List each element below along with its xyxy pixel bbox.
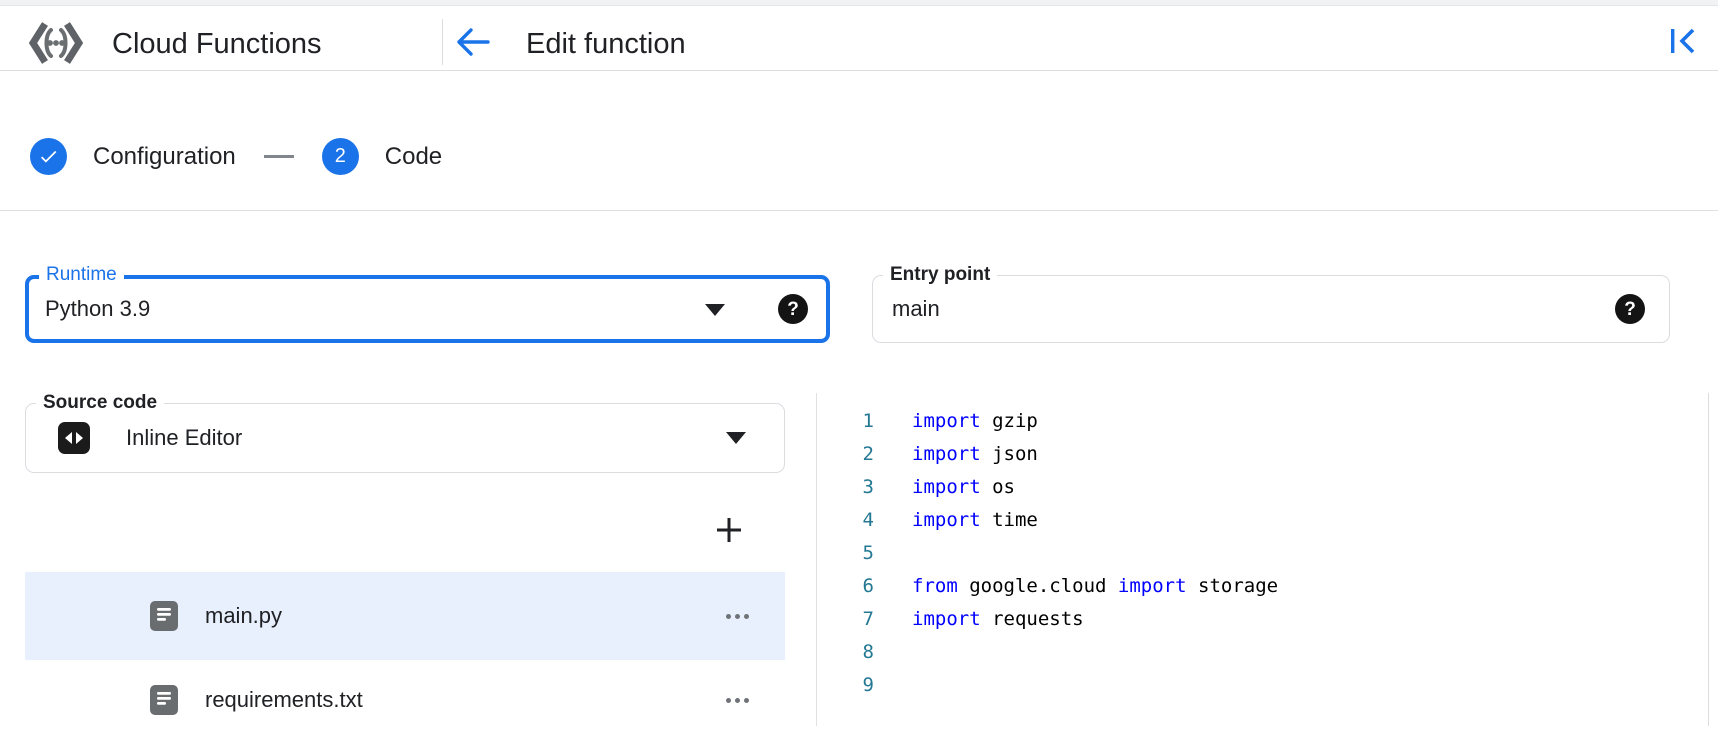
code-line: 8 <box>817 635 1707 668</box>
collapse-panel-icon <box>1669 43 1697 58</box>
code-line: 1 import gzip <box>817 404 1707 437</box>
line-number: 1 <box>817 410 874 432</box>
back-button[interactable] <box>454 27 492 59</box>
document-icon <box>150 685 178 715</box>
file-name: main.py <box>205 603 282 629</box>
step-code[interactable]: 2 Code <box>322 138 442 175</box>
collapse-panel-button[interactable] <box>1668 27 1698 57</box>
code-text: import gzip <box>912 410 1038 432</box>
code-line: 7 import requests <box>817 602 1707 635</box>
header-divider <box>442 19 443 65</box>
code-text: import os <box>912 476 1015 498</box>
add-file-button[interactable] <box>714 516 744 546</box>
code-text: import requests <box>912 608 1084 630</box>
source-code-value: Inline Editor <box>126 404 242 472</box>
back-arrow-icon <box>455 45 491 60</box>
line-number: 7 <box>817 608 874 630</box>
file-menu-button[interactable] <box>723 690 751 710</box>
code-line: 5 <box>817 536 1707 569</box>
step-code-label: Code <box>385 143 442 171</box>
entry-point-input[interactable]: Entry point main ? <box>872 275 1670 343</box>
entry-point-help-button[interactable]: ? <box>1615 294 1645 324</box>
step-code-number: 2 <box>322 138 359 175</box>
runtime-value: Python 3.9 <box>45 279 150 339</box>
line-number: 9 <box>817 674 874 696</box>
line-number: 3 <box>817 476 874 498</box>
line-number: 8 <box>817 641 874 663</box>
runtime-select[interactable]: Runtime Python 3.9 ? <box>25 275 830 343</box>
app-header: Cloud Functions Edit function <box>0 6 1718 71</box>
plus-icon <box>715 532 743 547</box>
ellipsis-icon <box>726 614 731 619</box>
file-row-main-py[interactable]: main.py <box>25 572 785 660</box>
wizard-stepper: Configuration 2 Code <box>30 138 442 175</box>
inline-editor-code-icon <box>58 422 90 454</box>
code-line: 6 from google.cloud import storage <box>817 569 1707 602</box>
caret-down-icon <box>705 304 725 316</box>
code-text: from google.cloud import storage <box>912 575 1278 597</box>
editor-right-border <box>1708 393 1709 726</box>
code-text: import json <box>912 443 1038 465</box>
question-mark-icon: ? <box>1624 300 1636 319</box>
entry-point-value: main <box>892 276 940 342</box>
code-text: import time <box>912 509 1038 531</box>
line-number: 5 <box>817 542 874 564</box>
step-configuration-label: Configuration <box>93 143 236 171</box>
code-editor[interactable]: 1 import gzip 2 import json 3 import os 4 impor… <box>817 404 1707 701</box>
line-number: 4 <box>817 509 874 531</box>
runtime-help-button[interactable]: ? <box>778 294 808 324</box>
code-line: 3 import os <box>817 470 1707 503</box>
step-configuration[interactable]: Configuration <box>30 138 236 175</box>
cloud-functions-logo-icon <box>28 21 84 65</box>
file-row-requirements-txt[interactable]: requirements.txt <box>25 656 785 744</box>
document-icon <box>150 601 178 631</box>
code-line: 9 <box>817 668 1707 701</box>
page-title: Edit function <box>526 28 686 61</box>
line-number: 6 <box>817 575 874 597</box>
caret-down-icon <box>726 432 746 444</box>
product-title: Cloud Functions <box>112 28 322 61</box>
question-mark-icon: ? <box>787 300 799 319</box>
code-line: 4 import time <box>817 503 1707 536</box>
line-number: 2 <box>817 443 874 465</box>
code-line: 2 import json <box>817 437 1707 470</box>
step-connector <box>264 155 294 158</box>
source-code-select[interactable]: Source code Inline Editor <box>25 403 785 473</box>
step-complete-check-icon <box>30 138 67 175</box>
section-divider <box>0 210 1718 211</box>
ellipsis-icon <box>726 698 731 703</box>
file-name: requirements.txt <box>205 687 363 713</box>
file-menu-button[interactable] <box>723 606 751 626</box>
